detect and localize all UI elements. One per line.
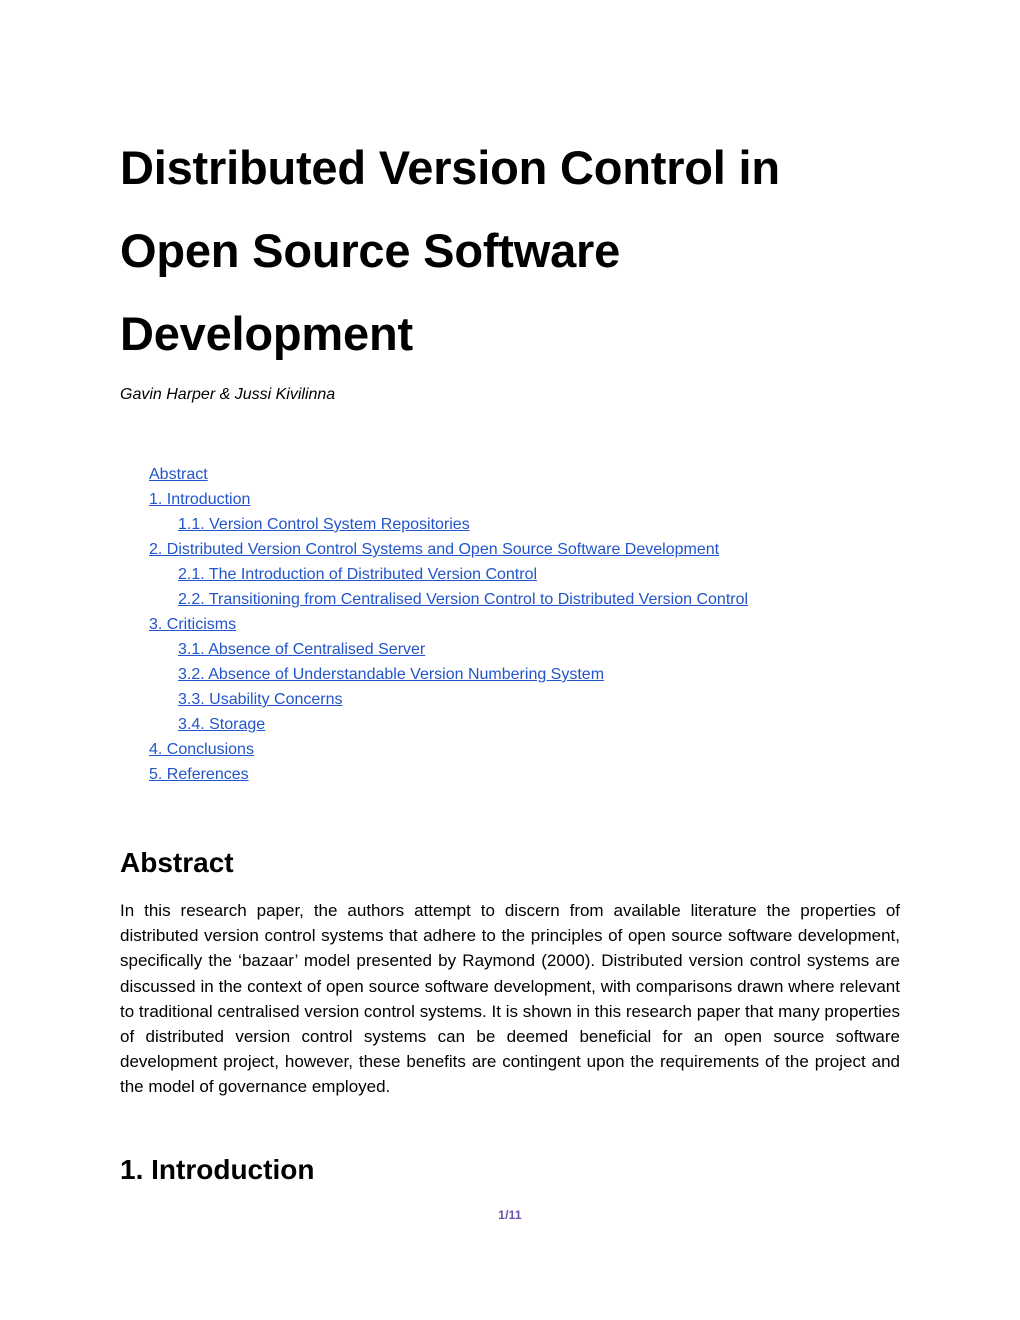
page-content: Distributed Version Control in Open Sour…: [120, 0, 900, 1187]
table-of-contents: Abstract 1. Introduction 1.1. Version Co…: [120, 406, 900, 787]
toc-link-references[interactable]: 5. References: [149, 766, 249, 783]
toc-entry: Abstract: [120, 462, 900, 487]
page-title: Distributed Version Control in Open Sour…: [120, 141, 780, 360]
toc-entry: 2.2. Transitioning from Centralised Vers…: [120, 587, 900, 612]
toc-link-introduction-of-dvc[interactable]: 2.1. The Introduction of Distributed Ver…: [178, 566, 537, 583]
toc-entry: 3. Criticisms: [120, 612, 900, 637]
toc-link-transitioning-from-centralised[interactable]: 2.2. Transitioning from Centralised Vers…: [178, 591, 748, 608]
toc-entry: 4. Conclusions: [120, 737, 900, 762]
toc-link-absence-of-version-numbering[interactable]: 3.2. Absence of Understandable Version N…: [178, 666, 604, 683]
toc-link-criticisms[interactable]: 3. Criticisms: [149, 616, 236, 633]
toc-entry: 3.3. Usability Concerns: [120, 687, 900, 712]
page-number: 1/11: [498, 1208, 522, 1222]
toc-link-storage[interactable]: 3.4. Storage: [178, 716, 265, 733]
toc-entry: 2.1. The Introduction of Distributed Ver…: [120, 562, 900, 587]
toc-entry: 3.1. Absence of Centralised Server: [120, 637, 900, 662]
toc-link-conclusions[interactable]: 4. Conclusions: [149, 741, 254, 758]
toc-link-version-control-system-repositories[interactable]: 1.1. Version Control System Repositories: [178, 516, 470, 533]
toc-link-usability-concerns[interactable]: 3.3. Usability Concerns: [178, 691, 343, 708]
section-heading-abstract: Abstract: [120, 847, 234, 878]
toc-entry: 3.2. Absence of Understandable Version N…: [120, 662, 900, 687]
toc-link-dvcs-and-oss-development[interactable]: 2. Distributed Version Control Systems a…: [149, 541, 719, 558]
author-line: Gavin Harper & Jussi Kivilinna: [120, 386, 336, 403]
toc-entry: 2. Distributed Version Control Systems a…: [120, 537, 900, 562]
toc-entry: 5. References: [120, 762, 900, 787]
abstract-paragraph: In this research paper, the authors atte…: [120, 901, 900, 1097]
document-page: Distributed Version Control in Open Sour…: [0, 0, 1020, 1320]
toc-entry: 3.4. Storage: [120, 712, 900, 737]
toc-link-absence-of-centralised-server[interactable]: 3.1. Absence of Centralised Server: [178, 641, 425, 658]
section-heading-introduction: 1. Introduction: [120, 1153, 315, 1185]
toc-link-abstract[interactable]: Abstract: [149, 466, 208, 483]
toc-entry: 1. Introduction: [120, 487, 900, 512]
toc-entry: 1.1. Version Control System Repositories: [120, 512, 900, 537]
toc-link-introduction[interactable]: 1. Introduction: [149, 491, 250, 508]
